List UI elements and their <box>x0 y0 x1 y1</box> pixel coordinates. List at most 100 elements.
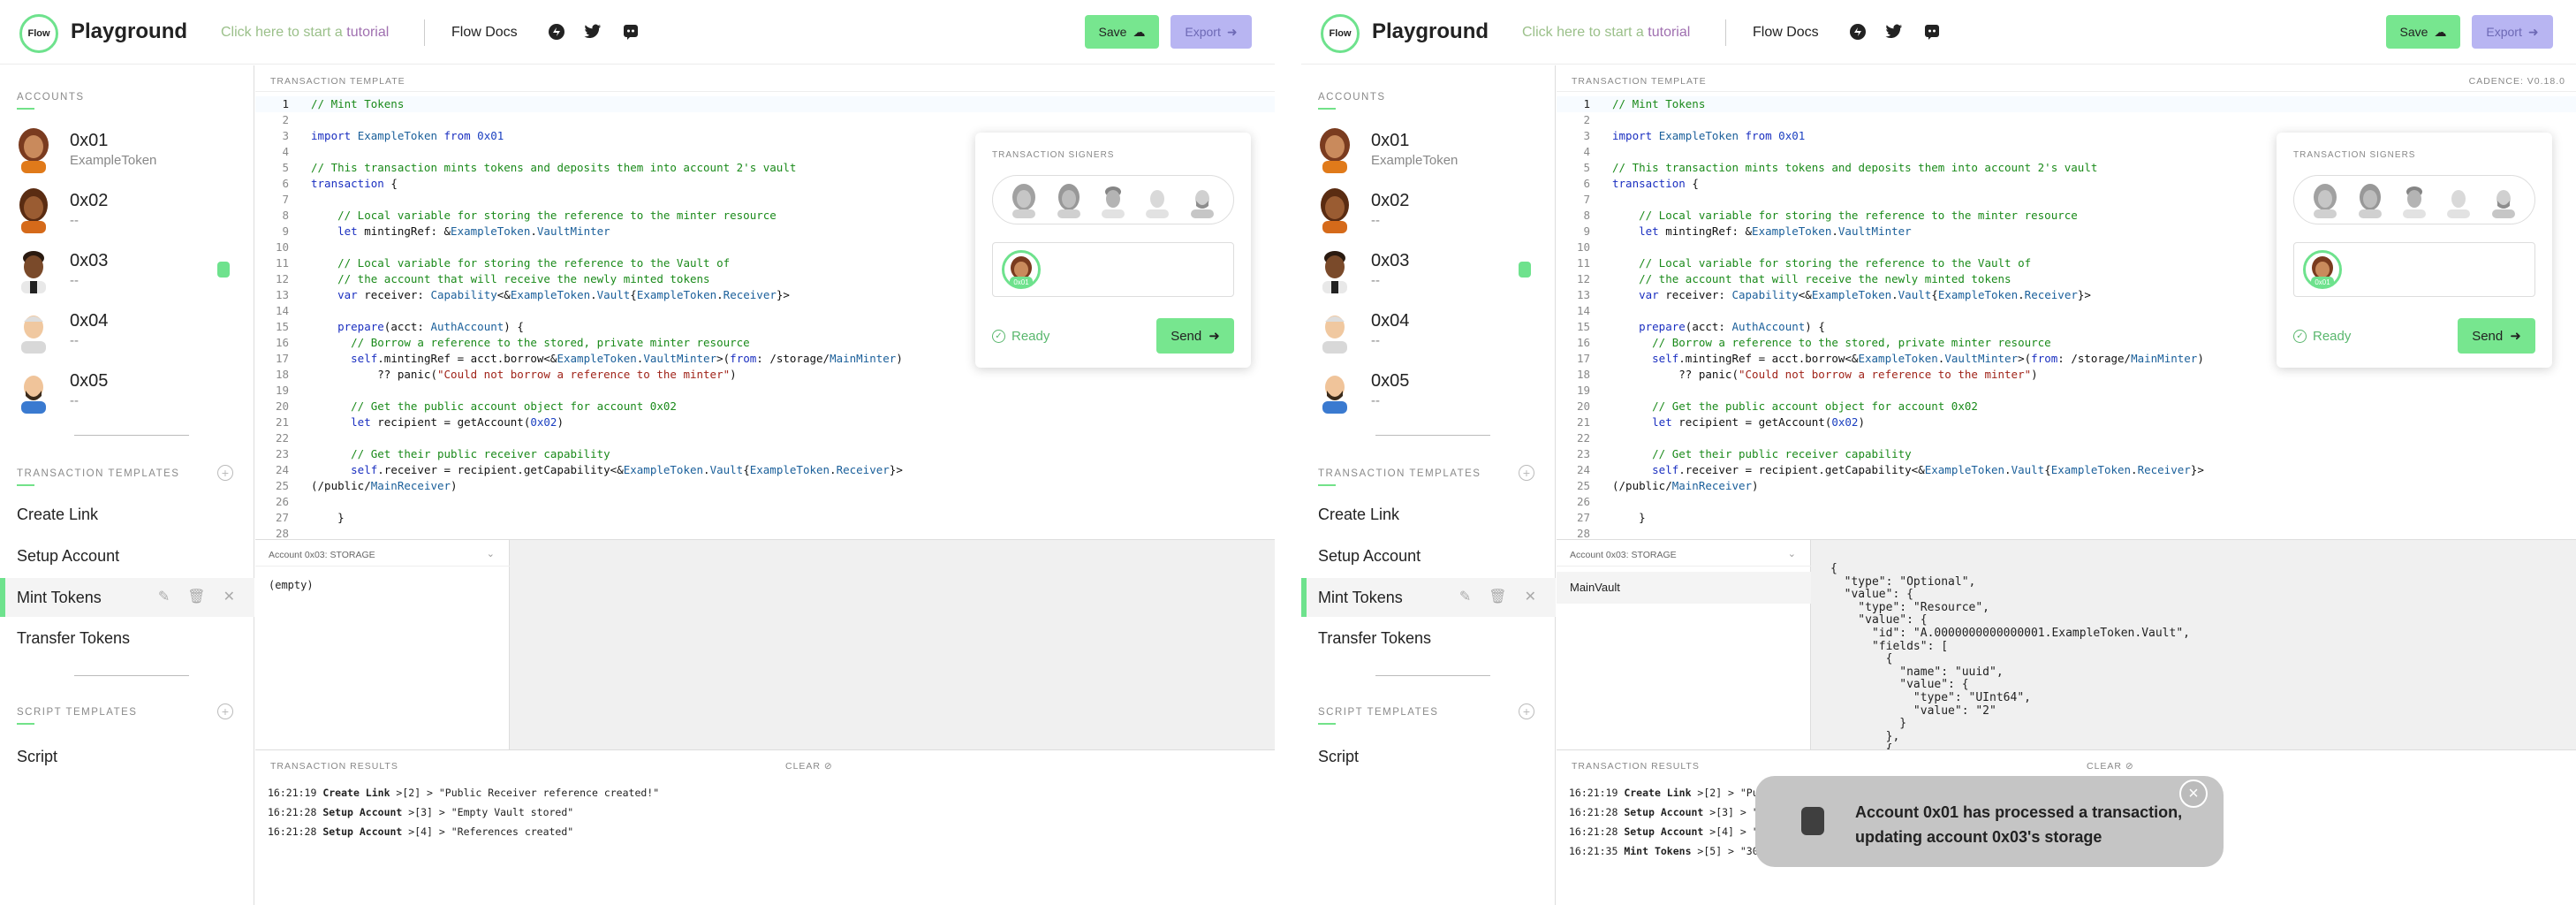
add-script-template-icon[interactable]: + <box>217 703 233 719</box>
code-line[interactable]: 28 <box>1557 526 2576 539</box>
script-template-script[interactable]: Script <box>1301 737 1556 776</box>
signer-avatar-list[interactable] <box>992 175 1234 224</box>
signer-avatar-list[interactable] <box>2293 175 2535 224</box>
tutorial-word[interactable]: tutorial <box>1648 25 1690 40</box>
signer-avatar[interactable] <box>2355 181 2385 218</box>
code-line[interactable]: 27 } <box>1557 510 2576 526</box>
signer-avatar[interactable] <box>1054 181 1084 218</box>
code-line[interactable]: 19 <box>1557 383 2576 399</box>
clear-results-button[interactable]: CLEAR ⊘ <box>785 761 833 772</box>
code-line[interactable]: 25 (/public/MainReceiver) <box>1557 478 2576 494</box>
send-button[interactable]: Send ➜ <box>2458 318 2535 354</box>
close-icon[interactable]: ✕ <box>224 578 235 617</box>
code-line[interactable]: 21 let recipient = getAccount(0x02) <box>1557 414 2576 430</box>
signer-avatar[interactable] <box>2310 181 2340 218</box>
twitter-icon[interactable] <box>1884 22 1904 42</box>
code-line[interactable]: 24 self.receiver = recipient.getCapabili… <box>1557 462 2576 478</box>
code-line[interactable]: 21 let recipient = getAccount(0x02) <box>255 414 1275 430</box>
code-line[interactable]: 22 <box>1557 430 2576 446</box>
add-transaction-template-icon[interactable]: + <box>1519 465 1534 481</box>
clear-results-button[interactable]: CLEAR ⊘ <box>2087 761 2134 772</box>
storage-account-selector[interactable]: Account 0x03: STORAGE ⌄ <box>1557 540 1811 567</box>
signer-avatar[interactable] <box>2443 181 2474 218</box>
tx-template-transfer-tokens[interactable]: Transfer Tokens <box>0 619 254 658</box>
trash-icon[interactable]: 🗑 <box>1489 578 1506 617</box>
signer-avatar[interactable] <box>1187 181 1217 218</box>
discord-icon[interactable] <box>621 22 640 42</box>
selected-signers-box[interactable]: 0x01 <box>2293 242 2535 297</box>
tx-template-setup-account[interactable]: Setup Account <box>1301 536 1556 575</box>
account-item-0x04[interactable]: 0x04 -- <box>0 300 254 357</box>
code-line[interactable]: 19 <box>255 383 1275 399</box>
flow-docs-link[interactable]: Flow Docs <box>451 25 518 41</box>
script-template-script[interactable]: Script <box>0 737 254 776</box>
selected-signer-avatar[interactable]: 0x01 <box>1002 250 1041 289</box>
discord-alt-icon[interactable] <box>1848 22 1868 42</box>
code-line[interactable]: 18 ?? panic("Could not borrow a referenc… <box>255 367 1275 383</box>
code-line[interactable]: 2 <box>255 112 1275 128</box>
tx-template-mint-tokens[interactable]: Mint Tokens ✎ 🗑 ✕ <box>0 578 254 617</box>
code-line[interactable]: 2 <box>1557 112 2576 128</box>
code-line[interactable]: 1 // Mint Tokens <box>255 96 1275 112</box>
account-item-0x05[interactable]: 0x05 -- <box>0 361 254 417</box>
code-line[interactable]: 20 // Get the public account object for … <box>1557 399 2576 414</box>
send-button[interactable]: Send ➜ <box>1156 318 1234 354</box>
twitter-icon[interactable] <box>583 22 602 42</box>
tutorial-link[interactable]: Click here to start a tutorial <box>221 25 389 41</box>
account-item-0x02[interactable]: 0x02 -- <box>1301 180 1556 237</box>
edit-icon[interactable]: ✎ <box>158 578 170 617</box>
storage-account-selector[interactable]: Account 0x03: STORAGE ⌄ <box>255 540 510 567</box>
account-item-0x01[interactable]: 0x01 ExampleToken <box>0 120 254 177</box>
discord-alt-icon[interactable] <box>547 22 566 42</box>
save-button[interactable]: Save ☁ <box>1085 15 1159 49</box>
signer-avatar[interactable] <box>2399 181 2429 218</box>
account-item-0x02[interactable]: 0x02 -- <box>0 180 254 237</box>
signer-avatar[interactable] <box>1009 181 1039 218</box>
code-line[interactable]: 24 self.receiver = recipient.getCapabili… <box>255 462 1275 478</box>
selected-signer-avatar[interactable]: 0x01 <box>2303 250 2342 289</box>
code-line[interactable]: 26 <box>255 494 1275 510</box>
close-icon[interactable]: ✕ <box>1525 578 1536 617</box>
account-item-0x05[interactable]: 0x05 -- <box>1301 361 1556 417</box>
storage-item-mainvault[interactable]: MainVault <box>1557 572 1811 604</box>
trash-icon[interactable]: 🗑 <box>187 578 205 617</box>
flow-logo[interactable]: Flow <box>19 14 58 53</box>
add-transaction-template-icon[interactable]: + <box>217 465 233 481</box>
flow-docs-link[interactable]: Flow Docs <box>1753 25 1819 41</box>
tutorial-link[interactable]: Click here to start a tutorial <box>1522 25 1690 41</box>
save-button[interactable]: Save ☁ <box>2386 15 2460 49</box>
export-button[interactable]: Export ➜ <box>1171 15 1252 49</box>
selected-signers-box[interactable]: 0x01 <box>992 242 1234 297</box>
tx-template-create-link[interactable]: Create Link <box>1301 495 1556 534</box>
signer-avatar[interactable] <box>1098 181 1128 218</box>
edit-icon[interactable]: ✎ <box>1459 578 1471 617</box>
code-line[interactable]: 23 // Get their public receiver capabili… <box>1557 446 2576 462</box>
code-line[interactable]: 22 <box>255 430 1275 446</box>
add-script-template-icon[interactable]: + <box>1519 703 1534 719</box>
code-line[interactable]: 20 // Get the public account object for … <box>255 399 1275 414</box>
flow-logo[interactable]: Flow <box>1321 14 1360 53</box>
tutorial-word[interactable]: tutorial <box>346 25 389 40</box>
code-line[interactable]: 28 <box>255 526 1275 539</box>
account-item-0x01[interactable]: 0x01 ExampleToken <box>1301 120 1556 177</box>
tx-template-transfer-tokens[interactable]: Transfer Tokens <box>1301 619 1556 658</box>
tx-template-setup-account[interactable]: Setup Account <box>0 536 254 575</box>
storage-database-icon[interactable] <box>217 262 230 278</box>
code-line[interactable]: 18 ?? panic("Could not borrow a referenc… <box>1557 367 2576 383</box>
tx-template-create-link[interactable]: Create Link <box>0 495 254 534</box>
code-line[interactable]: 25 (/public/MainReceiver) <box>255 478 1275 494</box>
code-line[interactable]: 27 } <box>255 510 1275 526</box>
code-line[interactable]: 1 // Mint Tokens <box>1557 96 2576 112</box>
signer-avatar[interactable] <box>2489 181 2519 218</box>
code-line[interactable]: 23 // Get their public receiver capabili… <box>255 446 1275 462</box>
export-button[interactable]: Export ➜ <box>2472 15 2553 49</box>
account-item-0x04[interactable]: 0x04 -- <box>1301 300 1556 357</box>
discord-icon[interactable] <box>1922 22 1942 42</box>
account-item-0x03[interactable]: 0x03 -- <box>1301 240 1556 297</box>
code-line[interactable]: 26 <box>1557 494 2576 510</box>
close-toast-icon[interactable]: × <box>2179 780 2208 808</box>
storage-database-icon[interactable] <box>1519 262 1531 278</box>
account-item-0x03[interactable]: 0x03 -- <box>0 240 254 297</box>
signer-avatar[interactable] <box>1142 181 1172 218</box>
tx-template-mint-tokens[interactable]: Mint Tokens ✎ 🗑 ✕ <box>1301 578 1556 617</box>
